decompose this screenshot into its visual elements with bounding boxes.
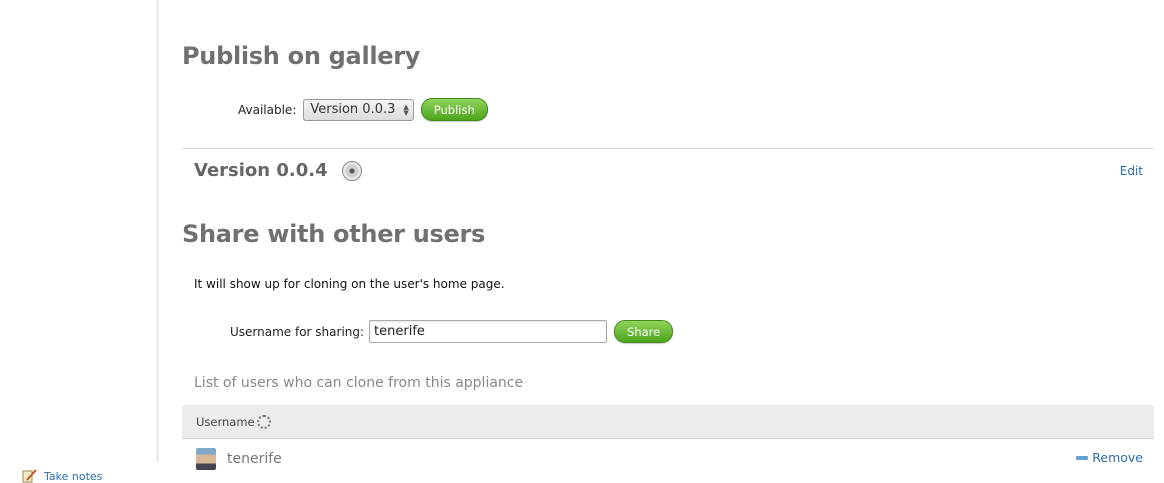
left-panel [0, 0, 159, 462]
edit-link[interactable]: Edit [1120, 164, 1143, 178]
take-notes-link[interactable]: Take notes [22, 469, 102, 483]
publish-button[interactable]: Publish [420, 98, 488, 121]
version-select[interactable]: Version 0.0.3 ▲ ▼ [303, 98, 414, 121]
version-header: Version 0.0.4 [194, 160, 362, 181]
share-hint: It will show up for cloning on the user'… [194, 277, 505, 291]
main-content: Publish on gallery Available: Version 0.… [182, 0, 1154, 479]
users-list-caption: List of users who can clone from this ap… [194, 375, 524, 391]
remove-label: Remove [1092, 450, 1143, 465]
minus-icon [1076, 455, 1089, 460]
available-label: Available: [238, 102, 297, 117]
table-header: Username [182, 405, 1154, 439]
divider [182, 148, 1154, 149]
select-arrows-icon: ▲ ▼ [403, 102, 409, 117]
username-column-header[interactable]: Username [196, 414, 271, 429]
username-input[interactable] [369, 320, 608, 343]
username-label: Username for sharing: [230, 324, 365, 339]
disc-icon[interactable] [341, 160, 362, 181]
share-button[interactable]: Share [614, 320, 674, 343]
take-notes-label: Take notes [44, 469, 103, 483]
spinner-icon [256, 414, 271, 429]
username-column-label: Username [196, 414, 255, 429]
remove-link[interactable]: Remove [1076, 450, 1143, 465]
pencil-icon [22, 469, 37, 483]
publish-row: Available: Version 0.0.3 ▲ ▼ Publish [238, 98, 488, 121]
username-row: Username for sharing: Share [230, 320, 674, 343]
row-username: tenerife [227, 451, 282, 467]
avatar [196, 448, 216, 470]
version-title: Version 0.0.4 [194, 160, 328, 181]
version-select-value: Version 0.0.3 [310, 102, 396, 117]
table-row: tenerife Remove [182, 446, 1154, 472]
publish-title: Publish on gallery [182, 42, 421, 70]
share-title: Share with other users [182, 220, 486, 248]
